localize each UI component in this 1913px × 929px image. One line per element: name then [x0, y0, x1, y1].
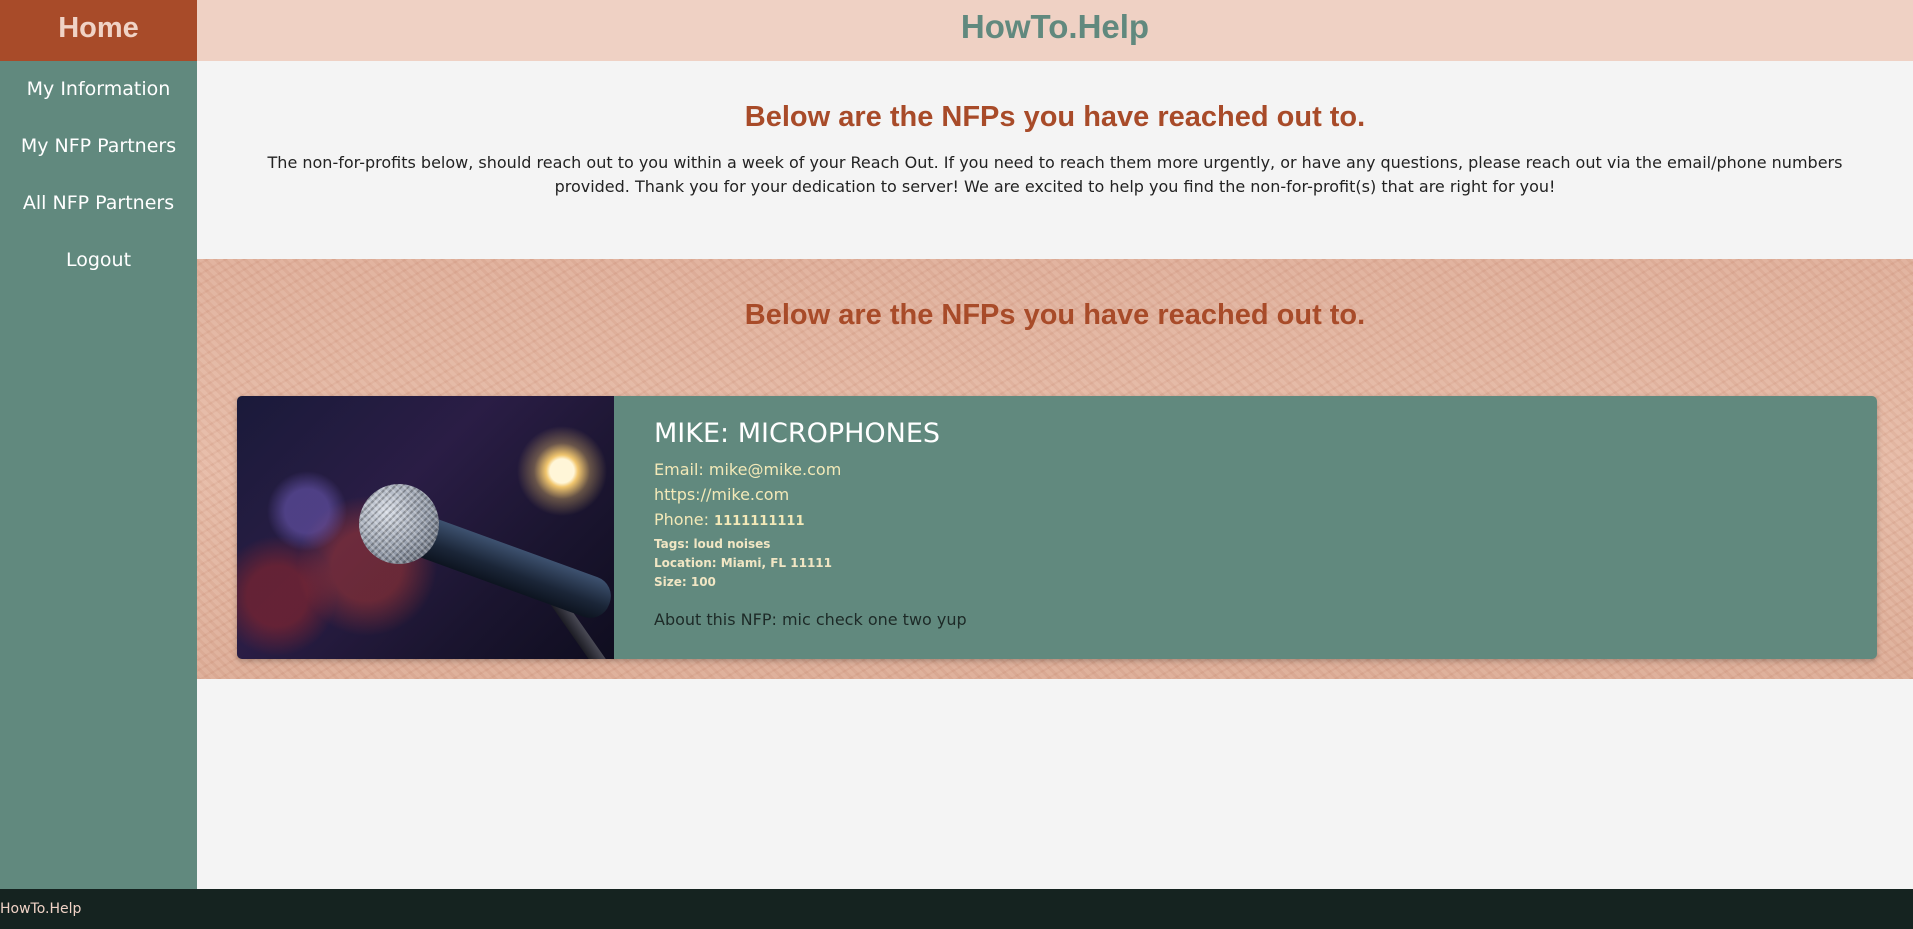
nfp-info: MIKE: MICROPHONES Email: mike@mike.com h… — [654, 418, 1857, 629]
partners-section: Below are the NFPs you have reached out … — [197, 259, 1913, 679]
nfp-email-link[interactable]: mike@mike.com — [709, 460, 841, 479]
partners-heading: Below are the NFPs you have reached out … — [744, 299, 1366, 331]
nfp-email-label: Email: — [654, 460, 709, 479]
nfp-location: Location: Miami, FL 11111 — [654, 556, 832, 570]
intro-section: Below are the NFPs you have reached out … — [197, 61, 1913, 259]
microphone-photo — [237, 396, 617, 659]
home-link[interactable]: Home — [0, 0, 197, 61]
footer-text: HowTo.Help — [0, 901, 82, 917]
nfp-title: MIKE: MICROPHONES — [654, 418, 941, 449]
header: HowTo.Help — [197, 0, 1913, 61]
nfp-tags: Tags: loud noises — [654, 537, 771, 551]
sidebar: Home My Information My NFP Partners All … — [0, 0, 197, 889]
nfp-card: MIKE: MICROPHONES Email: mike@mike.com h… — [237, 396, 1877, 659]
sidebar-item-all-nfp-partners[interactable]: All NFP Partners — [0, 175, 197, 232]
nfp-phone-line: Phone: 1111111111 — [654, 507, 1857, 534]
intro-heading: Below are the NFPs you have reached out … — [744, 101, 1366, 133]
site-brand[interactable]: HowTo.Help — [197, 0, 1913, 54]
sidebar-item-my-nfp-partners[interactable]: My NFP Partners — [0, 118, 197, 175]
intro-text: The non-for-profits below, should reach … — [267, 153, 1843, 196]
nfp-website-link[interactable]: https://mike.com — [654, 485, 789, 504]
nfp-about: About this NFP: mic check one two yup — [654, 610, 967, 629]
nfp-phone-label: Phone: — [654, 510, 715, 529]
mic-head — [359, 484, 439, 564]
nfp-size: Size: 100 — [654, 575, 716, 589]
nfp-website-line: https://mike.com — [654, 482, 1857, 507]
nfp-email-line: Email: mike@mike.com — [654, 457, 1857, 482]
sidebar-item-logout[interactable]: Logout — [0, 232, 197, 289]
sidebar-item-my-information[interactable]: My Information — [0, 61, 197, 118]
nfp-phone-number[interactable]: 1111111111 — [714, 514, 804, 529]
footer: HowTo.Help — [0, 889, 1913, 929]
